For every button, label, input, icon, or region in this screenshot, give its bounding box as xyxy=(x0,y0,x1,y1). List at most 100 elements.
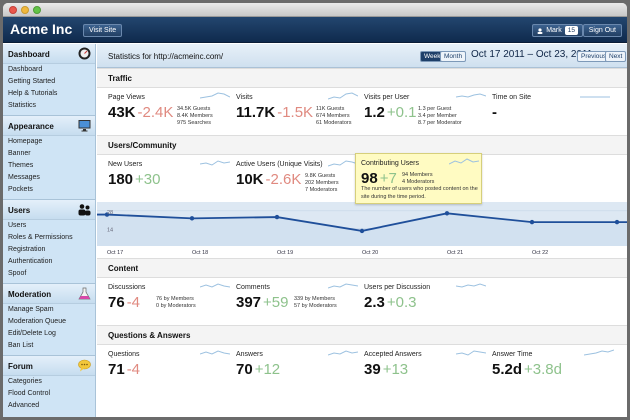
chart-y-tick-label: 28 xyxy=(107,210,113,216)
chart-point xyxy=(614,219,620,225)
stat-value: 70 +12 xyxy=(236,361,281,378)
zoom-window-button[interactable] xyxy=(33,6,41,14)
sidebar-item-getting-started[interactable]: Getting Started xyxy=(3,76,95,88)
traffic-cards: Page Views 43K -2.4K 34.5K Guests 8.4K Mem… xyxy=(97,88,627,135)
section-heading-users-community: Users/Community xyxy=(97,135,627,155)
sidebar-item-manage-spam[interactable]: Manage Spam xyxy=(3,304,95,316)
next-button[interactable]: Next xyxy=(605,51,627,62)
sidebar-item-ban-list[interactable]: Ban List xyxy=(3,340,95,352)
stat-details: 9.8K Guests 202 Members 7 Moderators xyxy=(305,173,339,193)
stat-card-visits[interactable]: Visits 11.7K -1.5K 11K Guests 674 Members 6… xyxy=(236,88,360,135)
sidebar-item-users[interactable]: Users xyxy=(3,220,95,232)
sidebar-item-spoof[interactable]: Spoof xyxy=(3,268,95,280)
sign-out-button[interactable]: Sign Out xyxy=(582,24,622,37)
stat-card-accepted-answers[interactable]: Accepted Answers 39 +13 xyxy=(364,345,488,392)
stat-details: 339 by Members 57 by Moderators xyxy=(294,296,337,309)
chart-y-tick-label: 14 xyxy=(107,227,113,233)
user-icon xyxy=(537,27,543,34)
stat-card-answer-time[interactable]: Answer Time 5.2d +3.8d xyxy=(492,345,622,392)
stat-card-discussions[interactable]: Discussions 76 -4 76 by Members 0 by Moder… xyxy=(108,278,232,325)
sidebar-item-dashboard[interactable]: Dashboard xyxy=(3,64,95,76)
stat-card-questions[interactable]: Questions 71 -4 xyxy=(108,345,232,392)
minimize-window-button[interactable] xyxy=(21,6,29,14)
stat-details: 34.5K Guests 8.4K Members 975 Searches xyxy=(177,106,213,126)
stat-card-users-per-discussion[interactable]: Users per Discussion 2.3 +0.3 xyxy=(364,278,488,325)
sparkline-icon xyxy=(584,349,614,356)
sidebar-heading-dashboard[interactable]: Dashboard xyxy=(3,44,95,64)
sparkline-icon xyxy=(328,283,358,289)
stat-delta: +30 xyxy=(135,171,161,188)
sparkline-icon xyxy=(200,283,230,288)
sidebar-heading-label: Dashboard xyxy=(8,50,50,59)
sidebar-item-themes[interactable]: Themes xyxy=(3,160,95,172)
sparkline-icon xyxy=(456,283,486,288)
stat-card-active-users[interactable]: Active Users (Unique Visits) 10K -2.6K 9.… xyxy=(236,155,360,202)
sidebar-section-appearance: Appearance Homepage Banner Themes Messag… xyxy=(3,116,95,200)
app-header: Acme Inc Visit Site Mark 15 Sign Out xyxy=(3,17,627,43)
sidebar-item-advanced[interactable]: Advanced xyxy=(3,400,95,412)
stat-delta: +12 xyxy=(254,361,281,378)
sidebar-item-pockets[interactable]: Pockets xyxy=(3,184,95,196)
sidebar-item-statistics[interactable]: Statistics xyxy=(3,100,95,112)
tooltip-description: The number of users who posted content o… xyxy=(361,186,478,200)
sidebar-heading-appearance[interactable]: Appearance xyxy=(3,116,95,136)
month-toggle-button[interactable]: Month xyxy=(440,51,467,62)
sidebar-heading-moderation[interactable]: Moderation xyxy=(3,284,95,304)
stat-label: Questions xyxy=(108,351,140,358)
sidebar-heading-users[interactable]: Users xyxy=(3,200,95,220)
chart-point xyxy=(444,211,450,216)
stat-delta: +0.3 xyxy=(386,294,417,311)
sidebar-item-banner[interactable]: Banner xyxy=(3,148,95,160)
sidebar-heading-label: Appearance xyxy=(8,122,54,131)
window-titlebar xyxy=(3,3,627,17)
sidebar-item-roles-permissions[interactable]: Roles & Permissions xyxy=(3,232,95,244)
stat-card-time-on-site[interactable]: Time on Site - xyxy=(492,88,622,135)
stat-label: Active Users (Unique Visits) xyxy=(236,161,323,168)
sparkline-icon xyxy=(200,160,230,166)
sidebar-heading-forum[interactable]: Forum xyxy=(3,356,95,376)
chart-x-tick-label: Oct 19 xyxy=(277,250,293,256)
sidebar-item-authentication[interactable]: Authentication xyxy=(3,256,95,268)
sidebar-section-users: Users Users Roles & Permissions Registra… xyxy=(3,200,95,284)
sidebar-item-registration[interactable]: Registration xyxy=(3,244,95,256)
stat-card-visits-per-user[interactable]: Visits per User 1.2 +0.1 1.3 per Guest 3.4… xyxy=(364,88,488,135)
chart-point xyxy=(189,216,195,221)
chart-x-tick-label: Oct 20 xyxy=(362,250,378,256)
stat-delta: +59 xyxy=(263,294,289,311)
stat-value: 10K -2.6K xyxy=(236,171,302,188)
sidebar-item-help-tutorials[interactable]: Help & Tutorials xyxy=(3,88,95,100)
visit-site-button[interactable]: Visit Site xyxy=(83,24,123,37)
dashboard-icon xyxy=(78,47,91,60)
sidebar-item-homepage[interactable]: Homepage xyxy=(3,136,95,148)
sidebar-item-edit-delete-log[interactable]: Edit/Delete Log xyxy=(3,328,95,340)
sidebar-item-moderation-queue[interactable]: Moderation Queue xyxy=(3,316,95,328)
user-name: Mark xyxy=(546,27,562,34)
contributing-users-chart: 28 14 Oct 17 Oct 18 Oct 19 Oct 20 Oct 21 Oct 22 xyxy=(97,202,627,258)
chart-x-tick-label: Oct 22 xyxy=(532,250,548,256)
chart-point xyxy=(359,228,365,234)
stat-value: 1.2 +0.1 xyxy=(364,104,417,121)
sidebar-item-messages[interactable]: Messages xyxy=(3,172,95,184)
sidebar-item-flood-control[interactable]: Flood Control xyxy=(3,388,95,400)
stat-value: 180 +30 xyxy=(108,171,161,188)
user-menu-button[interactable]: Mark 15 xyxy=(532,24,583,37)
stat-label: Page Views xyxy=(108,94,145,101)
stat-card-answers[interactable]: Answers 70 +12 xyxy=(236,345,360,392)
users-cards: New Users 180 +30 Active Users (Unique Vi… xyxy=(97,153,627,204)
stat-card-page-views[interactable]: Page Views 43K -2.4K 34.5K Guests 8.4K Mem… xyxy=(108,88,232,135)
stat-card-new-users[interactable]: New Users 180 +30 xyxy=(108,155,232,202)
close-window-button[interactable] xyxy=(9,6,17,14)
stat-value: 11.7K -1.5K xyxy=(236,104,314,121)
section-heading-traffic: Traffic xyxy=(97,68,627,88)
chart-x-tick-label: Oct 17 xyxy=(107,250,123,256)
speech-bubble-icon xyxy=(78,359,91,372)
stat-label: Answer Time xyxy=(492,351,533,358)
stat-value: 39 +13 xyxy=(364,361,409,378)
stat-label: Discussions xyxy=(108,284,146,291)
sparkline-icon xyxy=(328,92,358,100)
statistics-toolbar: Statistics for http://acmeinc.com/ Week … xyxy=(97,44,627,68)
stat-delta: -1.5K xyxy=(277,104,314,121)
main-content: Statistics for http://acmeinc.com/ Week … xyxy=(97,44,627,417)
sidebar-item-categories[interactable]: Categories xyxy=(3,376,95,388)
stat-card-comments[interactable]: Comments 397 +59 339 by Members 57 by Mode… xyxy=(236,278,360,325)
